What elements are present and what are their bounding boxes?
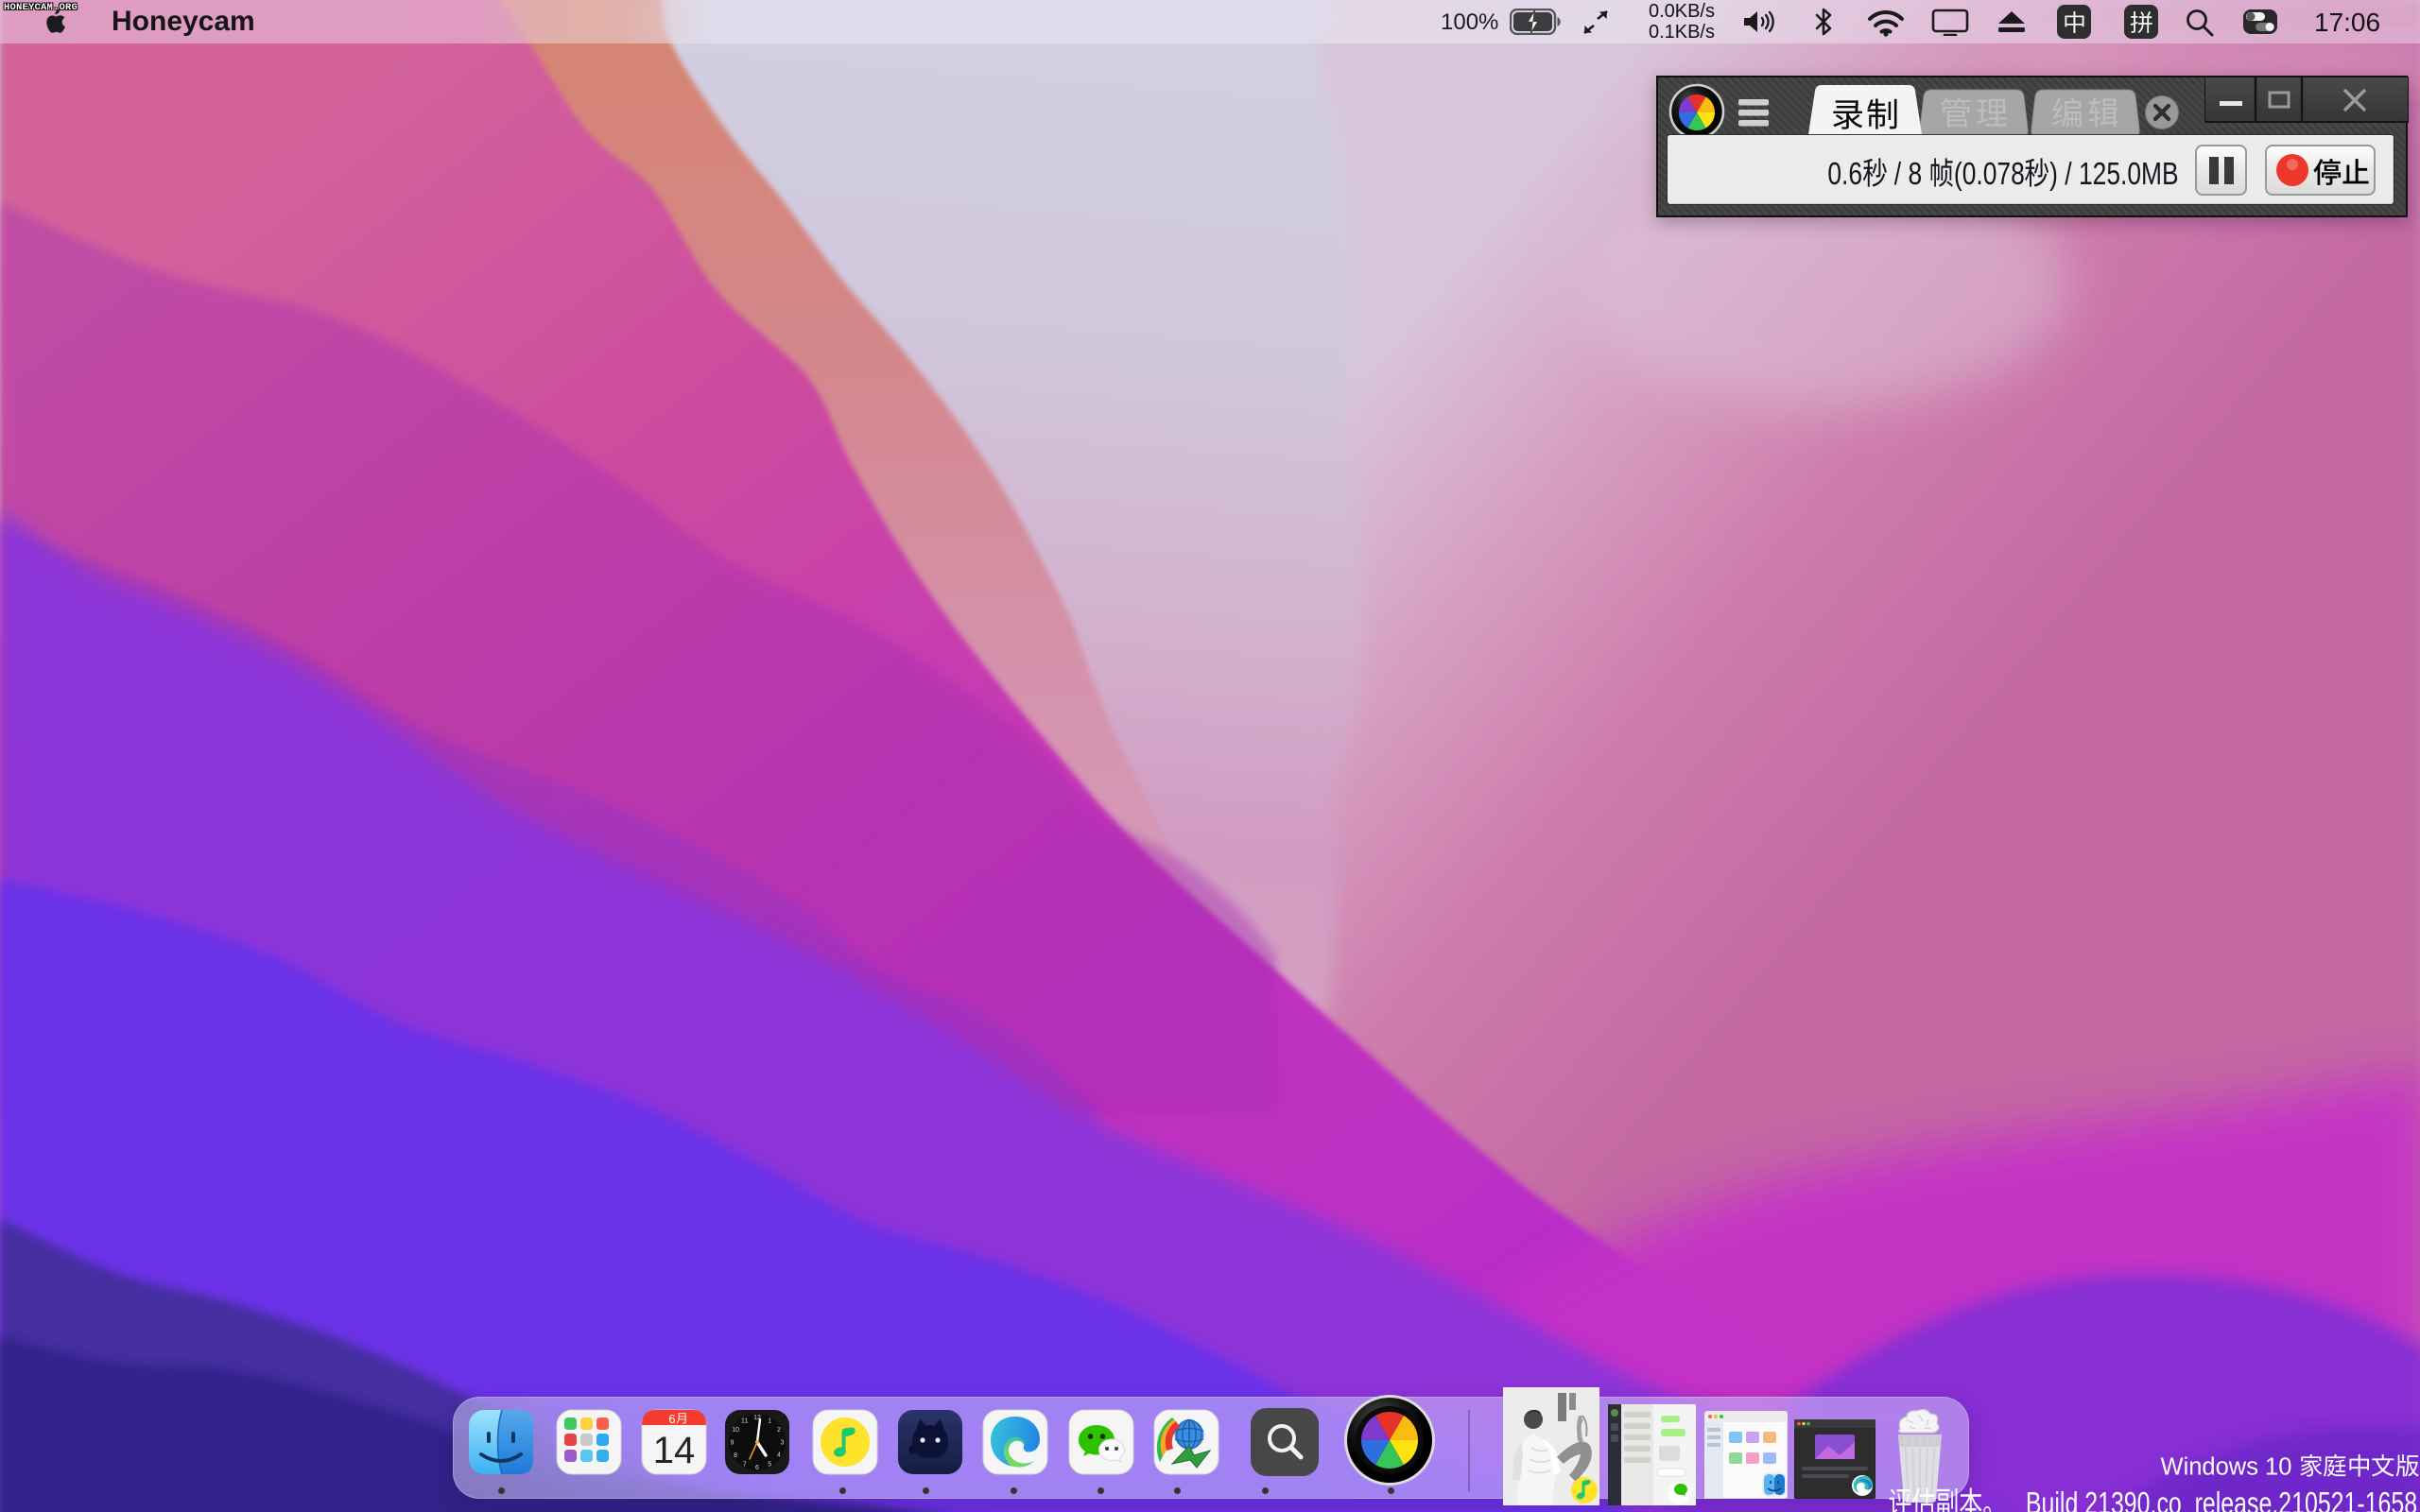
svg-text:6: 6 <box>668 1412 675 1426</box>
svg-text:10: 10 <box>732 1427 739 1434</box>
svg-text:3: 3 <box>781 1440 785 1447</box>
svg-text:4: 4 <box>777 1452 781 1459</box>
svg-text:8: 8 <box>734 1452 737 1459</box>
svg-text:5: 5 <box>768 1461 771 1468</box>
svg-text:9: 9 <box>731 1440 735 1447</box>
svg-text:2: 2 <box>777 1427 781 1434</box>
svg-text:7: 7 <box>743 1461 747 1468</box>
svg-text:1: 1 <box>768 1418 771 1425</box>
svg-text:6: 6 <box>755 1465 759 1471</box>
svg-text:14: 14 <box>653 1430 696 1471</box>
svg-text:11: 11 <box>741 1418 748 1425</box>
